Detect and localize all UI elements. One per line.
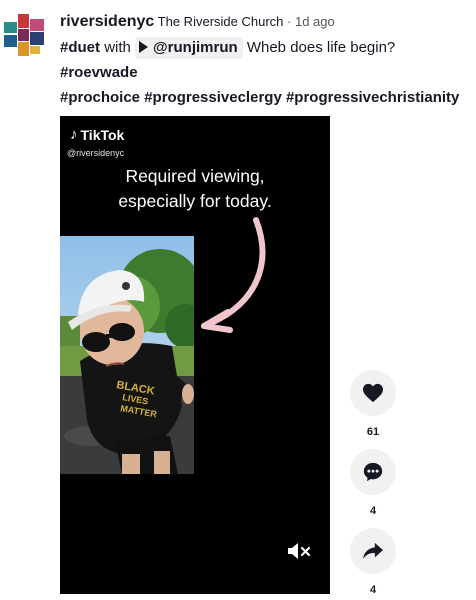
video-player[interactable]: ♪ TikTok @riversidenyc Required viewing,…	[60, 116, 330, 594]
hashtag-duet[interactable]: #duet	[60, 39, 100, 56]
duet-user-link: @runjimrun	[153, 39, 238, 56]
comment-count: 4	[369, 505, 377, 517]
watermark-handle: @riversidenyc	[67, 148, 125, 158]
author-line: riversidenyc The Riverside Church · 1d a…	[60, 12, 472, 32]
pink-arrow-icon	[201, 217, 266, 333]
heart-icon	[363, 383, 383, 403]
comment-action: 4	[350, 449, 396, 517]
like-button[interactable]	[350, 370, 396, 416]
overlay-line-1: Required viewing,	[125, 166, 265, 186]
post-time: 1d ago	[294, 14, 335, 29]
share-count: 4	[369, 584, 377, 596]
overlay-text: Required viewing, especially for today.	[60, 164, 330, 214]
author-username[interactable]: riversidenyc	[60, 13, 154, 30]
share-arrow-icon	[363, 542, 383, 560]
author-nickname[interactable]: The Riverside Church	[158, 14, 284, 29]
like-action: 61	[350, 370, 396, 438]
like-count: 61	[366, 426, 380, 438]
speaker-muted-icon[interactable]	[286, 541, 312, 561]
hashtag-progressiveclergy[interactable]: #progressiveclergy	[144, 89, 282, 106]
tiktok-note-icon: ♪	[70, 126, 78, 143]
duet-scene-illustration: BLACK LIVES MATTER	[60, 236, 194, 474]
share-button[interactable]	[350, 528, 396, 574]
duet-user-chip[interactable]: @runjimrun	[135, 37, 243, 59]
hashtag-roevwade[interactable]: #roevwade	[60, 64, 138, 81]
duet-video-frame: BLACK LIVES MATTER	[60, 236, 194, 474]
tiktok-logo: ♪ TikTok	[70, 126, 124, 143]
hashtag-progressivechristianity[interactable]: #progressivechristianity	[286, 89, 459, 106]
tiktok-logo-text: TikTok	[80, 126, 125, 143]
post-caption: #duet with @runjimrun Wheb does life beg…	[60, 35, 472, 110]
comment-button[interactable]	[350, 449, 396, 495]
comment-icon	[363, 462, 383, 482]
riverside-church-logo-icon	[4, 14, 44, 56]
overlay-line-2: especially for today.	[118, 191, 272, 211]
share-action: 4	[350, 528, 396, 596]
hashtag-prochoice[interactable]: #prochoice	[60, 89, 140, 106]
caption-with-text: with	[104, 39, 131, 56]
play-icon	[139, 41, 149, 53]
avatar[interactable]	[4, 14, 44, 56]
separator-dot: ·	[287, 14, 292, 29]
caption-text: Wheb does life begin?	[246, 39, 396, 56]
